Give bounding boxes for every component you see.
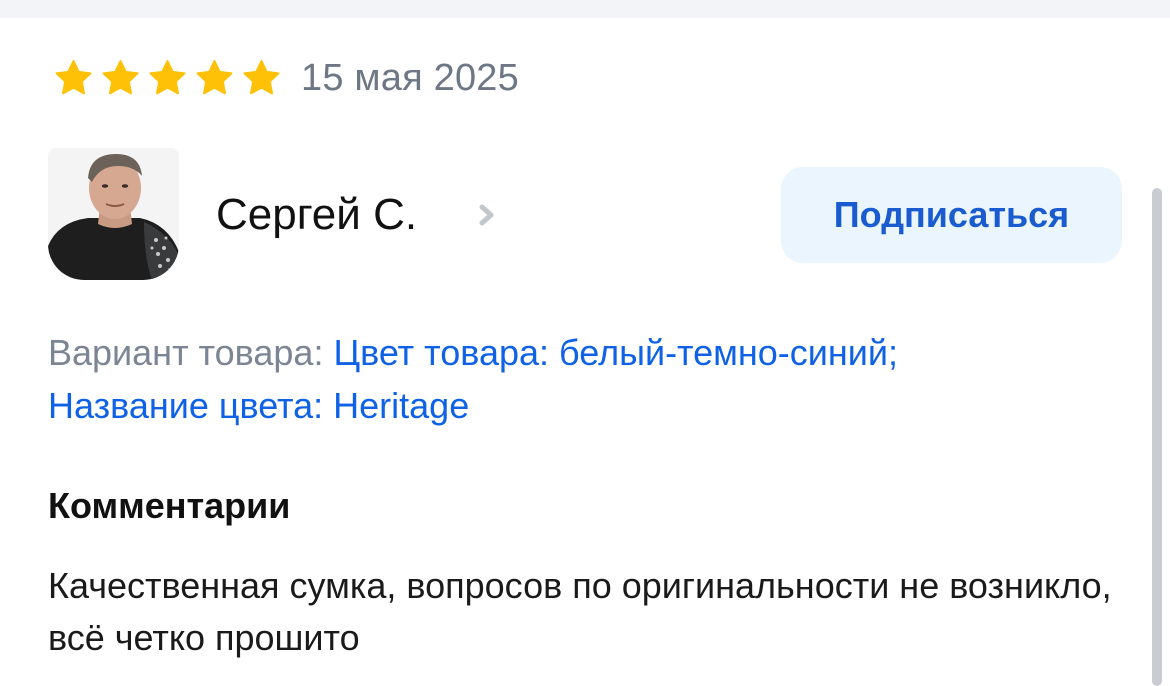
comments-title: Комментарии bbox=[48, 485, 291, 526]
variant-color-name-link[interactable]: Название цвета: Heritage bbox=[48, 385, 469, 426]
rating-stars bbox=[52, 58, 283, 98]
star-icon bbox=[196, 60, 233, 95]
review-card: 15 мая 2025 Сергей С. Подписаться Вариан… bbox=[0, 0, 1170, 686]
star-icon bbox=[55, 60, 92, 95]
subscribe-button[interactable]: Подписаться bbox=[781, 167, 1122, 263]
rating-row: 15 мая 2025 bbox=[52, 56, 519, 99]
variant-label: Вариант товара: bbox=[48, 332, 324, 373]
review-date: 15 мая 2025 bbox=[301, 56, 519, 99]
variant-color-link[interactable]: Цвет товара: белый-темно-синий; bbox=[333, 332, 898, 373]
star-icon bbox=[243, 60, 280, 95]
chevron-right-icon[interactable] bbox=[476, 200, 498, 230]
author-row: Сергей С. Подписаться bbox=[48, 148, 1122, 282]
avatar[interactable] bbox=[48, 148, 179, 280]
product-variant: Вариант товара: Цвет товара: белый-темно… bbox=[48, 326, 1128, 432]
avatar-photo bbox=[48, 148, 179, 280]
star-icon bbox=[102, 60, 139, 95]
scrollbar[interactable] bbox=[1152, 188, 1162, 686]
star-icon bbox=[149, 60, 186, 95]
author-name[interactable]: Сергей С. bbox=[216, 190, 417, 240]
comment-text: Качественная сумка, вопросов по оригинал… bbox=[48, 565, 1112, 658]
